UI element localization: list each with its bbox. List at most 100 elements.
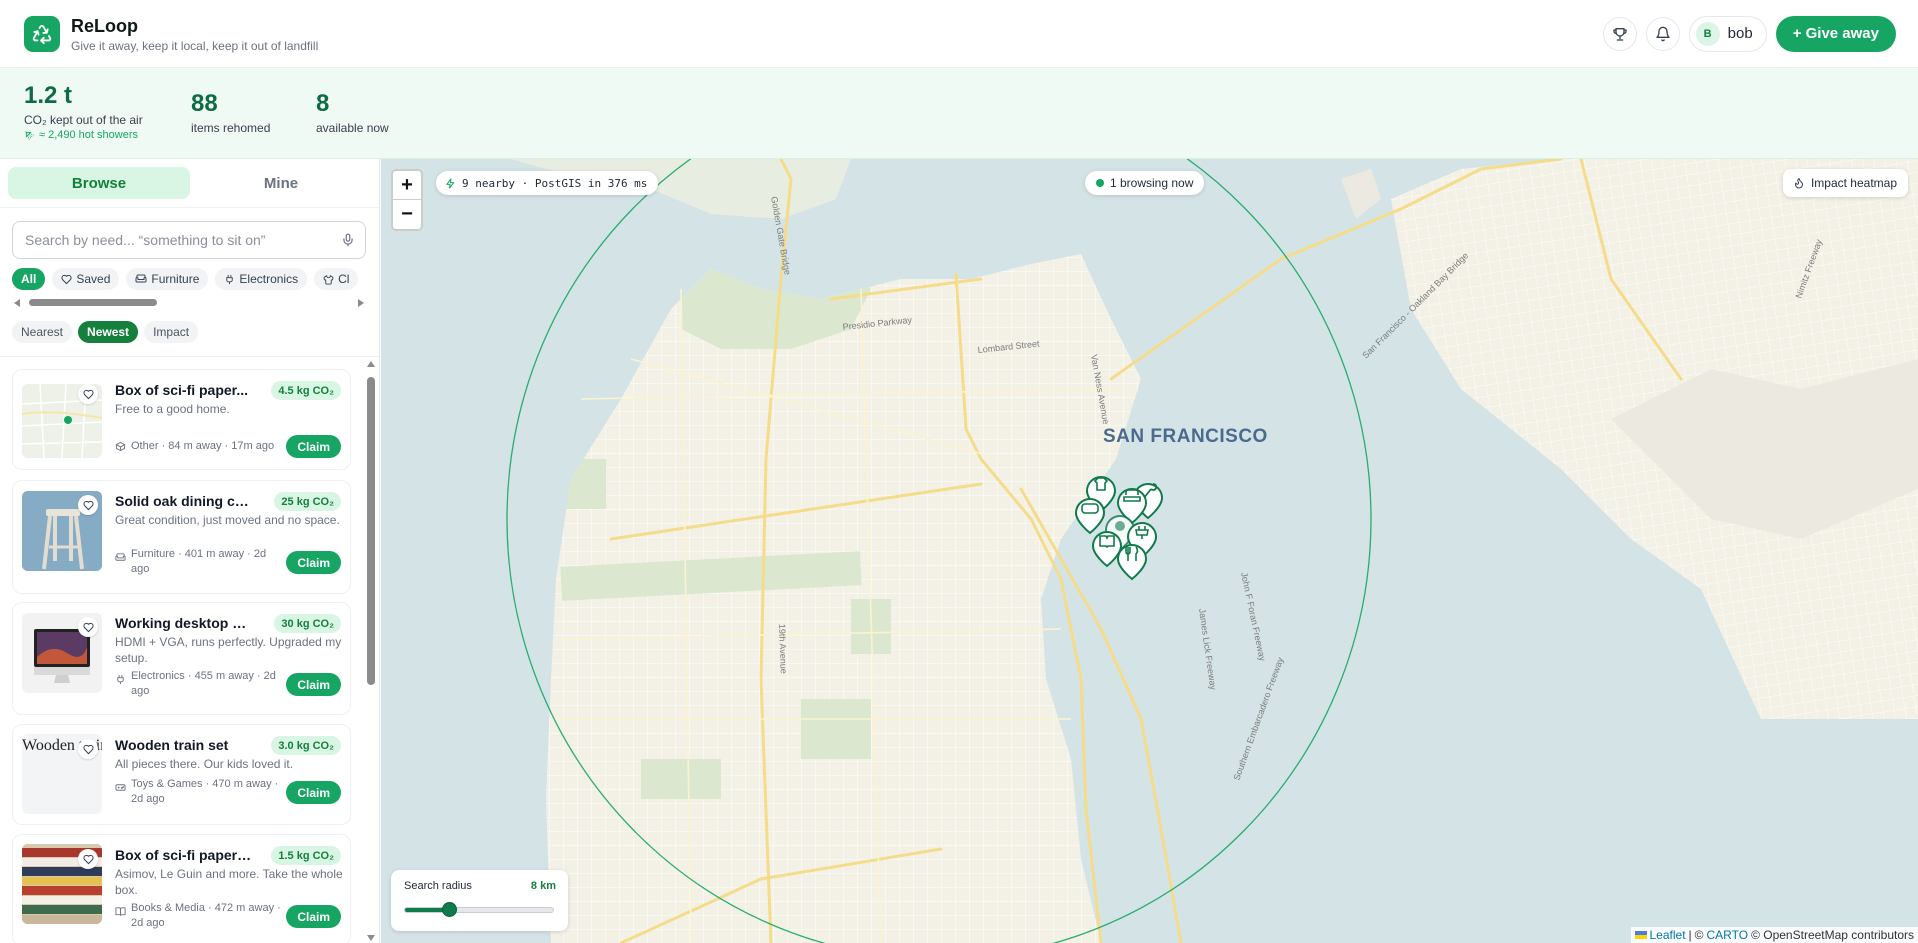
leaflet-link[interactable]: Leaflet	[1650, 928, 1686, 942]
notifications-button[interactable]	[1645, 16, 1680, 51]
nearby-status: 9 nearby · PostGIS in 376 ms	[436, 171, 659, 195]
map[interactable]: Golden Gate Bridge Presidio Parkway Lomb…	[381, 159, 1918, 943]
sort-impact[interactable]: Impact	[144, 321, 199, 343]
search-input[interactable]	[25, 232, 341, 248]
sort-nearest[interactable]: Nearest	[12, 321, 73, 343]
heart-icon	[82, 854, 94, 864]
search-radius-panel: Search radius 8 km	[391, 870, 568, 931]
item-meta-text: Toys & Games · 470 m away · 2d ago	[131, 778, 279, 805]
heart-icon	[82, 389, 94, 399]
item-meta-text: Electronics · 455 m away · 2d ago	[131, 670, 276, 697]
filter-all[interactable]: All	[12, 268, 46, 290]
scrollbar-thumb[interactable]	[29, 299, 157, 306]
sidebar-tabs: Browse Mine	[8, 167, 372, 199]
save-heart-button[interactable]	[78, 739, 98, 759]
co2-equivalent-text: ≈ 2,490 hot showers	[39, 129, 138, 141]
list-item[interactable]: Box of sci-fi paperb... 1.5 kg CO₂ Asimo…	[12, 834, 351, 943]
scroll-up-arrow-icon[interactable]	[367, 361, 375, 367]
bell-icon	[1655, 26, 1670, 41]
list-item[interactable]: Solid oak dining cha... 25 kg CO₂ Great …	[12, 480, 351, 594]
list-item[interactable]: Wooden train set Wooden train set 3.0 kg…	[12, 724, 351, 825]
scroll-left-arrow-icon[interactable]	[14, 299, 20, 307]
item-meta-text: Other · 84 m away · 17m ago	[131, 440, 275, 452]
scroll-right-arrow-icon[interactable]	[358, 299, 364, 307]
item-description: All pieces there. Our kids loved it.	[115, 757, 294, 771]
sort-options: Nearest Newest Impact	[12, 321, 199, 343]
save-heart-button[interactable]	[78, 384, 98, 404]
save-heart-button[interactable]	[78, 849, 98, 869]
ukraine-flag-icon	[1634, 931, 1647, 939]
item-description: HDMI + VGA, runs perfectly. Upgraded my …	[115, 635, 342, 665]
item-title: Box of sci-fi paper...	[115, 382, 249, 398]
claim-button[interactable]: Claim	[286, 673, 341, 696]
filter-clothing[interactable]: Cl	[314, 268, 359, 290]
radius-slider[interactable]	[404, 907, 554, 913]
carto-link[interactable]: CARTO	[1707, 928, 1749, 942]
filter-furniture[interactable]: Furniture	[126, 268, 209, 290]
item-title: Working desktop m...	[115, 615, 255, 631]
claim-button[interactable]: Claim	[286, 781, 341, 804]
filter-label: Saved	[76, 272, 111, 286]
item-description: Asimov, Le Guin and more. Take the whole…	[115, 867, 343, 897]
leaderboard-button[interactable]	[1602, 16, 1637, 51]
heart-icon	[82, 500, 94, 510]
divider	[0, 207, 379, 208]
app-title: ReLoop	[71, 15, 138, 36]
category-filters: All Saved Furniture Electronics Cl	[12, 268, 366, 290]
tab-browse[interactable]: Browse	[8, 167, 190, 199]
user-name: bob	[1727, 25, 1753, 42]
claim-button[interactable]: Claim	[286, 435, 341, 458]
claim-button[interactable]: Claim	[286, 905, 341, 928]
filter-electronics[interactable]: Electronics	[215, 268, 308, 290]
item-title: Solid oak dining cha...	[115, 493, 255, 509]
list-scrollbar[interactable]	[366, 361, 376, 943]
lightning-icon	[446, 177, 455, 189]
live-dot-icon	[1096, 179, 1104, 187]
item-title: Box of sci-fi paperb...	[115, 847, 255, 863]
map-tiles: Golden Gate Bridge Presidio Parkway Lomb…	[381, 159, 1918, 943]
zoom-out-button[interactable]: −	[393, 200, 421, 229]
microphone-icon[interactable]	[341, 233, 355, 247]
give-away-button[interactable]: + Give away	[1775, 15, 1896, 52]
co2-badge: 3.0 kg CO₂	[271, 736, 341, 755]
heatmap-label: Impact heatmap	[1810, 176, 1897, 190]
co2-badge: 1.5 kg CO₂	[271, 846, 341, 865]
item-meta-text: Books & Media · 472 m away · 2d ago	[131, 902, 281, 929]
filter-saved[interactable]: Saved	[52, 268, 120, 290]
item-meta: Toys & Games · 470 m away · 2d ago	[115, 777, 285, 807]
sort-newest[interactable]: Newest	[78, 321, 139, 343]
item-description: Great condition, just moved and no space…	[115, 513, 340, 527]
user-menu[interactable]: B bob	[1688, 15, 1767, 52]
claim-button[interactable]: Claim	[286, 551, 341, 574]
impact-heatmap-button[interactable]: Impact heatmap	[1782, 169, 1908, 197]
brand: ReLoop Give it away, keep it local, keep…	[71, 15, 318, 53]
item-title: Wooden train set	[115, 737, 229, 753]
heart-icon	[82, 622, 94, 632]
osm-attribution[interactable]: © OpenStreetMap contributors	[1751, 928, 1914, 942]
flame-icon	[1794, 178, 1803, 189]
rehomed-label: items rehomed	[191, 121, 271, 135]
item-meta: Other · 84 m away · 17m ago	[115, 439, 285, 454]
sofa-icon	[115, 553, 126, 561]
recycle-logo-icon	[24, 15, 60, 52]
filters-scrollbar[interactable]	[12, 297, 366, 307]
save-heart-button[interactable]	[78, 617, 98, 637]
co2-value: 1.2 t	[24, 82, 73, 109]
attribution-copyright: ©	[1694, 928, 1704, 942]
item-meta-text: Furniture · 401 m away · 2d ago	[131, 548, 267, 575]
scrollbar-thumb[interactable]	[367, 377, 375, 685]
gamepad-icon	[115, 784, 126, 791]
shower-icon	[25, 130, 34, 140]
filter-label: Electronics	[239, 272, 299, 286]
list-item[interactable]: Working desktop m... 30 kg CO₂ HDMI + VG…	[12, 602, 351, 715]
radius-value: 8 km	[530, 880, 556, 892]
list-item[interactable]: Box of sci-fi paper... 4.5 kg CO₂ Free t…	[12, 369, 351, 470]
app-tagline: Give it away, keep it local, keep it out…	[71, 38, 319, 53]
item-meta: Electronics · 455 m away · 2d ago	[115, 669, 285, 699]
zoom-control: + −	[391, 169, 423, 231]
save-heart-button[interactable]	[78, 495, 98, 515]
tab-mine[interactable]: Mine	[190, 167, 372, 199]
slider-handle[interactable]	[442, 902, 457, 917]
zoom-in-button[interactable]: +	[393, 171, 421, 200]
scroll-down-arrow-icon[interactable]	[367, 935, 375, 941]
